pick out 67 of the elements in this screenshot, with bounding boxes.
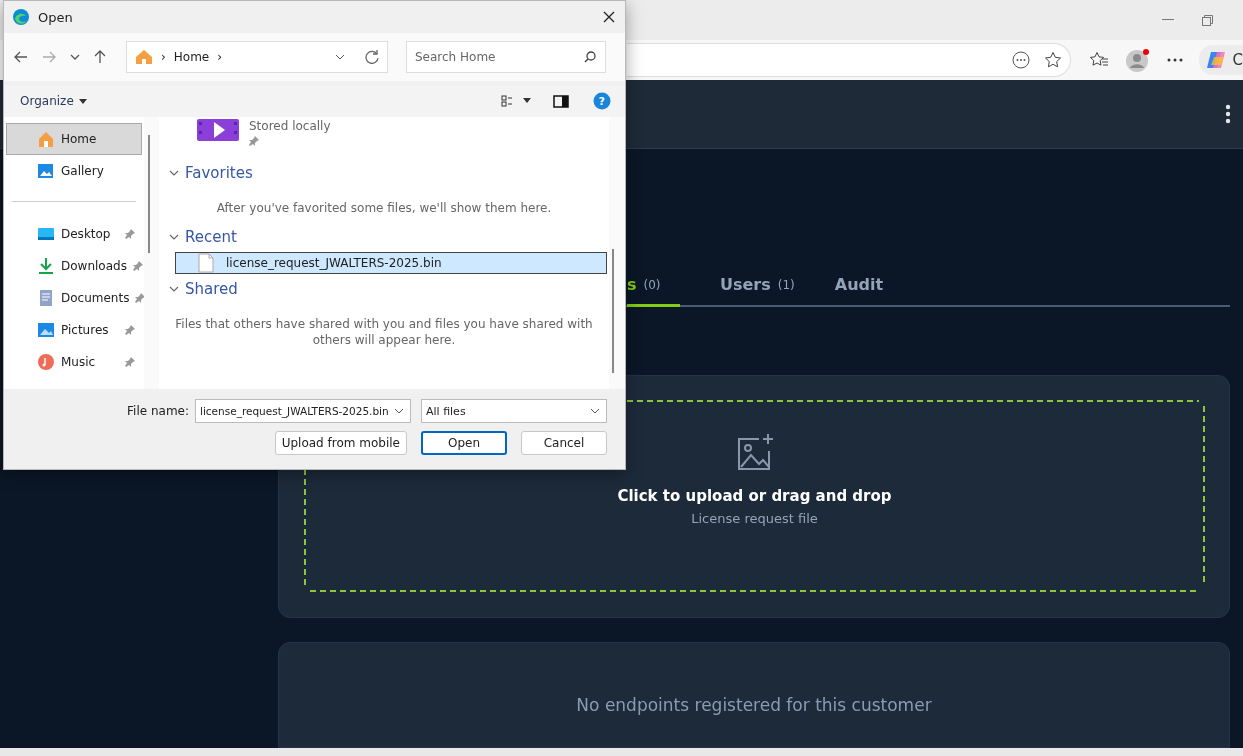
file-name-label: File name: <box>127 404 189 418</box>
tab[interactable]: Users (1) <box>720 265 795 307</box>
dropdown-icon[interactable] <box>335 54 345 60</box>
section-header[interactable]: Recent <box>169 226 599 248</box>
recent-locations-icon[interactable] <box>70 54 80 60</box>
search-icon <box>584 51 596 63</box>
up-icon[interactable] <box>94 50 106 64</box>
dialog-button[interactable]: Upload from mobile <box>274 431 407 455</box>
chevron-icon <box>169 234 179 240</box>
dropdown-icon <box>590 408 600 414</box>
empty-message: No endpoints registered for this customer <box>576 695 932 717</box>
restore-icon[interactable] <box>1202 14 1213 26</box>
sidebar-item[interactable]: Home <box>6 123 142 155</box>
back-icon[interactable] <box>14 51 28 63</box>
sidebar-item[interactable]: Pictures <box>6 314 142 346</box>
empty-message: Files that others have shared with you and files you have shared with others will appear here. <box>174 316 594 348</box>
file-item[interactable]: license_request_JWALTERS-2025.bin <box>175 252 607 274</box>
file-type-dropdown[interactable]: All files <box>421 399 607 423</box>
section-header[interactable]: Shared <box>169 278 599 300</box>
breadcrumb[interactable]: Home <box>173 50 210 64</box>
home-icon <box>37 130 55 148</box>
address-field[interactable]: › Home › <box>126 41 388 73</box>
sidebar-item[interactable]: Music <box>6 346 142 378</box>
sidebar-item[interactable]: Gallery <box>6 155 142 187</box>
more-options-icon[interactable] <box>1011 51 1030 69</box>
gallery-icon <box>37 162 55 180</box>
breadcrumb[interactable]: › <box>217 50 223 64</box>
dialog-title: Open <box>38 9 74 25</box>
sidebar-item[interactable]: Downloads <box>6 250 142 282</box>
dropdown-icon <box>394 408 404 414</box>
browser-logo-icon <box>12 8 30 26</box>
dialog-button[interactable]: Open <box>421 431 507 455</box>
more-icon[interactable] <box>1166 58 1183 62</box>
music-icon <box>37 353 55 371</box>
preview-pane-icon[interactable] <box>553 94 569 108</box>
item-caption: Stored locally <box>249 119 331 133</box>
star-icon[interactable] <box>1043 51 1062 69</box>
favorites-icon[interactable] <box>1088 51 1109 69</box>
empty-message: After you've favorited some files, we'll show them here. <box>215 200 553 216</box>
chevron-icon <box>169 170 179 176</box>
file-name-field[interactable]: license_request_JWALTERS-2025.bin <box>195 399 411 423</box>
help-icon[interactable]: ? <box>593 92 611 110</box>
organize-menu[interactable]: Organize <box>18 92 89 110</box>
minimize-icon[interactable] <box>1162 19 1174 21</box>
search-field[interactable]: Search Home <box>406 41 606 73</box>
breadcrumb[interactable]: › <box>161 50 166 64</box>
picture-icon <box>37 321 55 339</box>
caret-icon <box>78 98 87 104</box>
sidebar-item[interactable]: Desktop <box>6 218 142 250</box>
dialog-button[interactable]: Cancel <box>521 431 607 455</box>
view-options-icon[interactable] <box>501 95 531 107</box>
document-icon <box>37 289 55 307</box>
refresh-icon[interactable] <box>365 50 379 64</box>
profile-avatar-icon[interactable] <box>1124 48 1151 72</box>
chevron-icon <box>169 286 179 292</box>
section-header[interactable]: Favorites <box>169 162 599 184</box>
upload-subtitle: License request file <box>691 511 818 526</box>
upload-title: Click to upload or drag and drop <box>617 487 892 505</box>
download-icon <box>37 257 55 275</box>
copilot-button[interactable]: C <box>1198 45 1243 75</box>
file-icon <box>198 253 214 273</box>
tab[interactable]: Audit <box>834 265 884 307</box>
pin-icon <box>249 136 259 146</box>
kebab-menu-icon[interactable] <box>1225 104 1231 124</box>
close-icon[interactable] <box>603 11 615 23</box>
desktop-icon <box>37 225 55 243</box>
home-icon <box>135 49 153 65</box>
